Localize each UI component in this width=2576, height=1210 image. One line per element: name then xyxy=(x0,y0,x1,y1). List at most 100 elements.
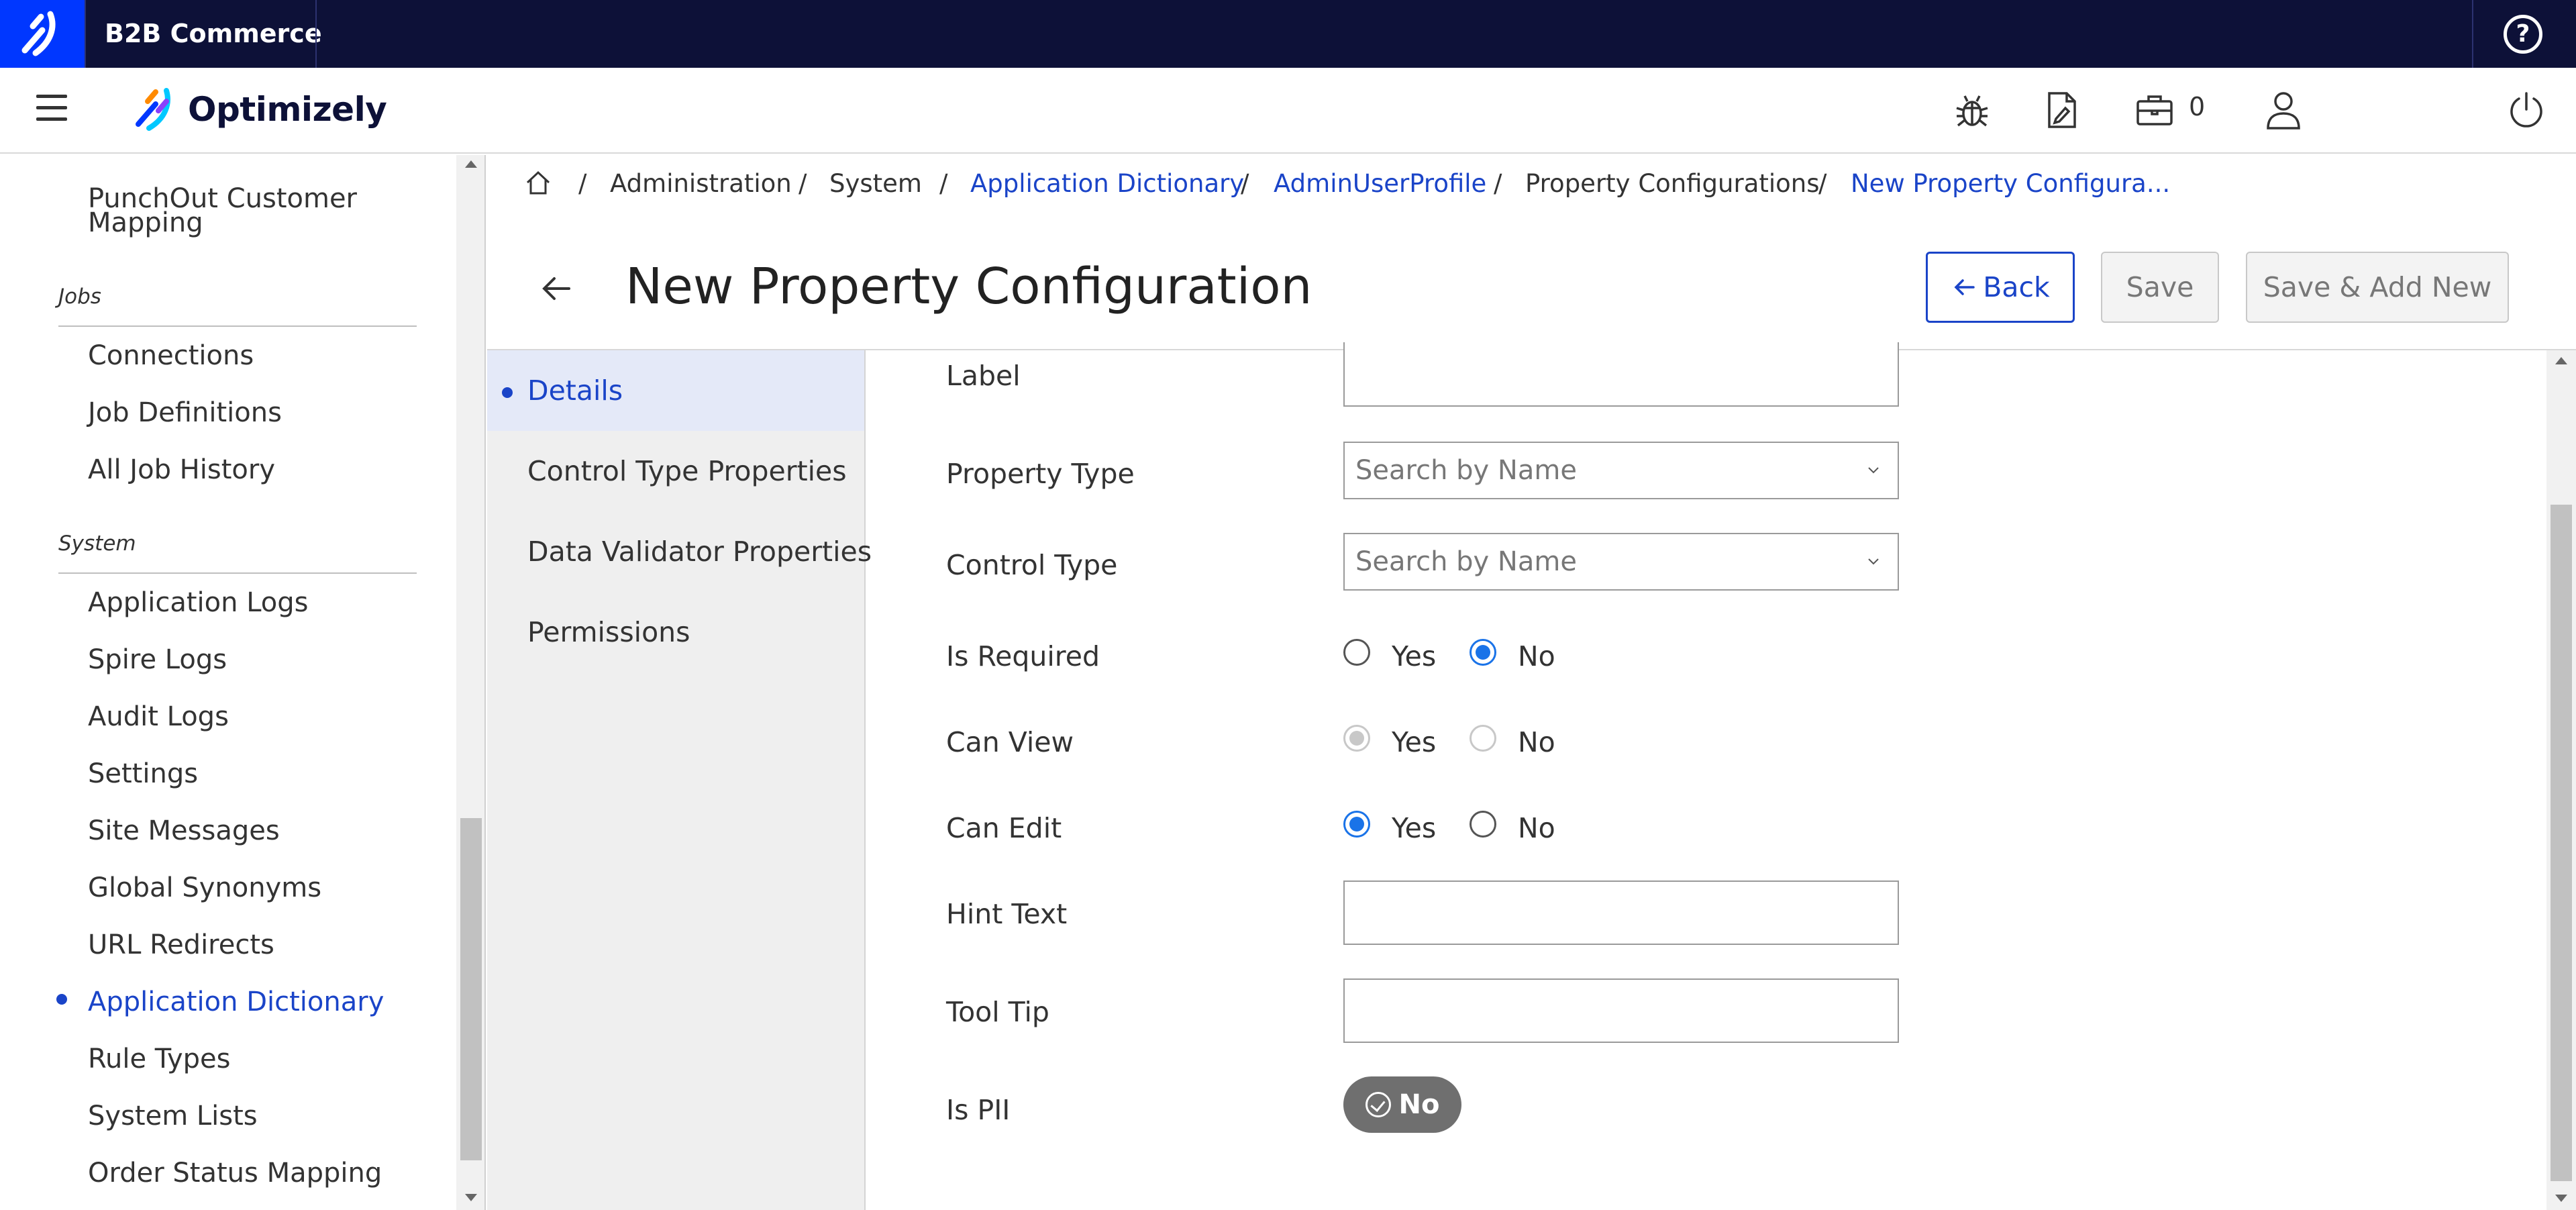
nav-item-application-logs[interactable]: Application Logs xyxy=(88,587,309,618)
nav-item-punchout-customer-mapping[interactable]: PunchOut Customer Mapping xyxy=(88,185,403,236)
left-nav: PunchOut Customer Mapping Jobs Connectio… xyxy=(0,155,456,1210)
tabs-panel: Details Control Type Properties Data Val… xyxy=(487,350,872,1210)
nav-item-spire-logs[interactable]: Spire Logs xyxy=(88,644,227,675)
tool-tip-input[interactable] xyxy=(1343,978,1899,1043)
tab-control-type-properties[interactable]: Control Type Properties xyxy=(487,431,864,511)
main-scrollbar[interactable] xyxy=(2546,350,2576,1210)
nav-item-settings[interactable]: Settings xyxy=(88,758,198,789)
brand-logo[interactable]: Optimizely xyxy=(132,83,387,136)
save-button[interactable]: Save xyxy=(2101,252,2219,323)
breadcrumb-application-dictionary[interactable]: Application Dictionary xyxy=(970,169,1244,198)
nav-item-job-definitions[interactable]: Job Definitions xyxy=(88,397,282,428)
power-icon[interactable] xyxy=(2504,88,2548,132)
label-input[interactable] xyxy=(1343,342,1899,407)
nav-item-application-dictionary[interactable]: Application Dictionary xyxy=(88,987,384,1017)
scroll-up-icon[interactable] xyxy=(2555,357,2567,364)
can-view-label: Can View xyxy=(946,726,1074,758)
nav-item-audit-logs[interactable]: Audit Logs xyxy=(88,701,229,732)
home-icon[interactable] xyxy=(523,168,553,197)
topbar-divider xyxy=(85,0,86,68)
check-circle-icon xyxy=(1365,1092,1391,1117)
can-edit-yes-label[interactable]: Yes xyxy=(1392,812,1436,844)
left-nav-scrollbar[interactable] xyxy=(456,155,486,1210)
breadcrumb-separator: / xyxy=(1818,169,1827,198)
nav-item-connections[interactable]: Connections xyxy=(88,340,254,371)
property-type-select[interactable]: Search by Name xyxy=(1343,442,1899,499)
app-name[interactable]: B2B Commerce xyxy=(105,0,322,68)
tab-label: Details xyxy=(527,374,623,407)
nav-divider xyxy=(58,325,417,327)
back-arrow-icon[interactable] xyxy=(537,268,577,309)
can-edit-yes-radio[interactable] xyxy=(1343,811,1370,838)
tab-permissions[interactable]: Permissions xyxy=(487,592,864,672)
tab-data-validator-properties[interactable]: Data Validator Properties xyxy=(487,511,872,592)
is-required-label: Is Required xyxy=(946,640,1100,672)
active-indicator-icon xyxy=(502,387,513,398)
cart-count[interactable]: 0 xyxy=(2189,92,2205,121)
menu-icon[interactable] xyxy=(36,95,67,121)
nav-item-rule-types[interactable]: Rule Types xyxy=(88,1044,231,1074)
tab-details[interactable]: Details xyxy=(487,350,864,431)
save-and-add-new-button[interactable]: Save & Add New xyxy=(2246,252,2509,323)
scrollbar-thumb[interactable] xyxy=(460,818,482,1160)
hint-text-input[interactable] xyxy=(1343,880,1899,945)
bug-icon[interactable] xyxy=(1950,88,1994,132)
is-pii-label: Is PII xyxy=(946,1094,1011,1126)
nav-section-system: System xyxy=(58,532,136,556)
briefcase-icon[interactable] xyxy=(2132,88,2177,132)
scroll-down-icon[interactable] xyxy=(465,1194,477,1201)
nav-item-global-synonyms[interactable]: Global Synonyms xyxy=(88,872,321,903)
breadcrumb-property-configurations[interactable]: Property Configurations xyxy=(1525,169,1820,198)
nav-item-url-redirects[interactable]: URL Redirects xyxy=(88,929,274,960)
can-edit-no-label[interactable]: No xyxy=(1518,812,1555,844)
can-view-no-label: No xyxy=(1518,726,1555,758)
help-icon[interactable]: ? xyxy=(2504,15,2542,54)
can-view-yes-radio xyxy=(1343,725,1370,752)
breadcrumb-separator: / xyxy=(1241,169,1249,198)
active-indicator-icon xyxy=(56,994,67,1005)
breadcrumb-separator: / xyxy=(578,169,587,198)
scroll-down-icon[interactable] xyxy=(2555,1195,2567,1202)
nav-item-site-messages[interactable]: Site Messages xyxy=(88,815,280,846)
optimizely-logo-icon[interactable] xyxy=(0,0,85,68)
breadcrumb-system[interactable]: System xyxy=(829,169,922,198)
is-required-yes-label[interactable]: Yes xyxy=(1392,640,1436,672)
top-bar: B2B Commerce ? xyxy=(0,0,2576,68)
property-type-placeholder: Search by Name xyxy=(1355,455,1577,486)
is-pii-toggle-label: No xyxy=(1398,1089,1440,1120)
is-required-no-radio[interactable] xyxy=(1470,639,1496,666)
nav-section-jobs: Jobs xyxy=(58,285,101,309)
is-required-yes-radio[interactable] xyxy=(1343,639,1370,666)
is-pii-toggle[interactable]: No xyxy=(1343,1076,1461,1133)
can-edit-no-radio[interactable] xyxy=(1470,811,1496,838)
user-icon[interactable] xyxy=(2261,88,2306,132)
topbar-divider xyxy=(2472,0,2473,68)
nav-item-all-job-history[interactable]: All Job History xyxy=(88,454,275,485)
can-view-yes-label: Yes xyxy=(1392,726,1437,758)
back-button[interactable]: Back xyxy=(1926,252,2075,323)
is-required-no-label[interactable]: No xyxy=(1518,640,1555,672)
scrollbar-thumb[interactable] xyxy=(2551,505,2572,1181)
can-view-no-radio xyxy=(1470,725,1496,752)
scroll-up-icon[interactable] xyxy=(465,160,477,168)
hint-text-label: Hint Text xyxy=(946,898,1068,930)
breadcrumb-adminuserprofile[interactable]: AdminUserProfile xyxy=(1274,169,1486,198)
control-type-label: Control Type xyxy=(946,549,1118,581)
nav-item-system-lists[interactable]: System Lists xyxy=(88,1101,258,1131)
main-header: Optimizely 0 xyxy=(0,68,2576,154)
optimizely-mark-icon xyxy=(136,88,170,131)
label-field-label: Label xyxy=(946,360,1021,392)
control-type-select[interactable]: Search by Name xyxy=(1343,533,1899,591)
can-edit-label: Can Edit xyxy=(946,812,1062,844)
breadcrumb-separator: / xyxy=(939,169,948,198)
breadcrumb-administration[interactable]: Administration xyxy=(610,169,792,198)
nav-divider xyxy=(58,572,417,574)
breadcrumb-separator: / xyxy=(798,169,807,198)
edit-document-icon[interactable] xyxy=(2040,88,2084,132)
breadcrumb-separator: / xyxy=(1494,169,1502,198)
chevron-down-icon xyxy=(1868,558,1879,565)
breadcrumb-current-page: New Property Configura... xyxy=(1851,169,2171,198)
nav-item-order-status-mapping[interactable]: Order Status Mapping xyxy=(88,1158,382,1189)
tool-tip-label: Tool Tip xyxy=(946,996,1049,1028)
property-type-label: Property Type xyxy=(946,458,1135,490)
